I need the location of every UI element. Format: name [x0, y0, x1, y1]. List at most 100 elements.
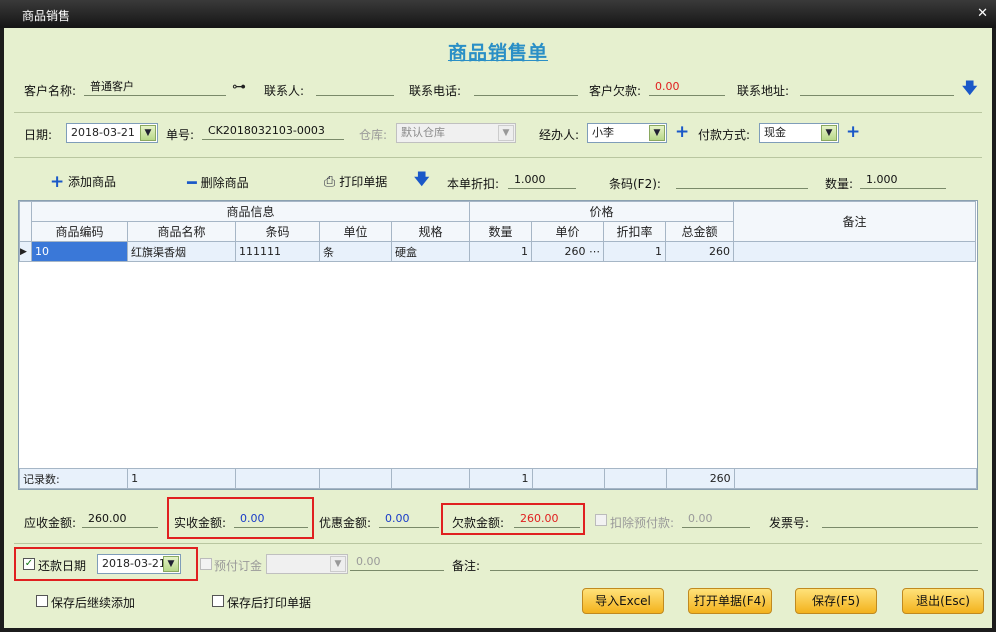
- payment-value: 现金: [764, 126, 786, 139]
- chevron-down-icon[interactable]: ▼: [821, 125, 837, 141]
- barcode-label: 条码(F2):: [609, 177, 661, 191]
- add-handler-icon[interactable]: +: [675, 124, 689, 141]
- col-unit[interactable]: 单位: [319, 221, 392, 242]
- repay-date-picker[interactable]: 2018-03-21 ▼: [97, 554, 181, 574]
- expand-down-icon[interactable]: 🡇: [962, 80, 977, 96]
- received-input[interactable]: 0.00: [234, 510, 308, 528]
- footer-label: 记录数:: [18, 468, 129, 489]
- cell-note[interactable]: [733, 241, 976, 262]
- add-product-button[interactable]: + 添加商品: [50, 173, 116, 190]
- repay-date-label: 还款日期: [38, 559, 87, 573]
- invoice-input[interactable]: [822, 510, 978, 528]
- open-document-button[interactable]: 打开单据(F4): [688, 588, 772, 614]
- divider: [14, 543, 982, 544]
- footer-qty: 1: [469, 468, 533, 489]
- chevron-down-icon[interactable]: ▼: [649, 125, 665, 141]
- plus-icon: +: [50, 171, 65, 192]
- receivable-field: 260.00: [82, 510, 158, 528]
- phone-label: 联系电话:: [409, 84, 462, 98]
- footer-count: 1: [127, 468, 237, 489]
- repay-date-checkbox[interactable]: ✓: [23, 558, 35, 570]
- add-payment-icon[interactable]: +: [846, 124, 860, 141]
- col-name[interactable]: 商品名称: [127, 221, 236, 242]
- date-picker[interactable]: 2018-03-21 ▼: [66, 123, 158, 143]
- customer-label: 客户名称:: [24, 84, 77, 98]
- import-excel-button[interactable]: 导入Excel: [582, 588, 664, 614]
- grid-table: 商品信息 价格 备注 商品编码 商品名称 条码 单位 规格 数量 单价 折扣率 …: [19, 201, 976, 262]
- order-no-field[interactable]: CK2018032103-0003: [202, 122, 344, 140]
- col-spec[interactable]: 规格: [391, 221, 470, 242]
- cell-spec[interactable]: 硬盒: [391, 241, 470, 262]
- cell-name[interactable]: 红旗渠香烟: [127, 241, 236, 262]
- row-header-corner: [19, 201, 32, 242]
- repay-date-value: 2018-03-21: [102, 557, 166, 570]
- col-qty[interactable]: 数量: [469, 221, 532, 242]
- close-icon[interactable]: ✕: [977, 6, 988, 21]
- customer-field[interactable]: 普通客户: [84, 78, 226, 96]
- invoice-label: 发票号:: [769, 516, 810, 530]
- down-arrow-icon[interactable]: 🡇: [414, 171, 429, 187]
- col-note[interactable]: 备注: [733, 201, 976, 242]
- deduct-prepay-field: 0.00: [682, 510, 750, 528]
- save-print-label: 保存后打印单据: [227, 596, 312, 610]
- date-value: 2018-03-21: [71, 126, 135, 139]
- print-button[interactable]: ⎙ 打印单据: [324, 173, 387, 190]
- save-print-checkbox[interactable]: [212, 595, 224, 607]
- phone-field[interactable]: [474, 78, 578, 96]
- save-button[interactable]: 保存(F5): [795, 588, 877, 614]
- cell-barcode[interactable]: 111111: [235, 241, 320, 262]
- cell-price-value: 260: [564, 245, 586, 258]
- form-body: 商品销售单 客户名称: 普通客户 ⊶ 联系人: 联系电话: 客户欠款: 0.00…: [4, 28, 992, 628]
- col-barcode[interactable]: 条码: [235, 221, 320, 242]
- date-label: 日期:: [24, 128, 53, 142]
- discount-label: 本单折扣:: [447, 177, 500, 191]
- receivable-label: 应收金额:: [24, 516, 77, 530]
- cell-price[interactable]: 260 ⋯: [531, 241, 604, 262]
- deduct-prepay-label: 扣除预付款:: [610, 516, 675, 530]
- handler-select[interactable]: 小李 ▼: [587, 123, 667, 143]
- title-bar: 商品销售 ✕: [0, 0, 996, 28]
- cell-rate[interactable]: 1: [603, 241, 666, 262]
- col-price[interactable]: 单价: [531, 221, 604, 242]
- contact-field[interactable]: [316, 78, 394, 96]
- qty-field[interactable]: 1.000: [860, 171, 946, 189]
- discount-field[interactable]: 1.000: [508, 171, 576, 189]
- warehouse-select: 默认仓库 ▼: [396, 123, 516, 143]
- note-input[interactable]: [490, 553, 978, 571]
- col-total[interactable]: 总金额: [665, 221, 734, 242]
- warehouse-value: 默认仓库: [401, 126, 445, 139]
- binoculars-icon[interactable]: ⊶: [232, 79, 246, 95]
- address-field[interactable]: [800, 78, 954, 96]
- exit-button[interactable]: 退出(Esc): [902, 588, 984, 614]
- handler-value: 小李: [592, 126, 614, 139]
- print-label: 打印单据: [339, 175, 388, 189]
- order-no-label: 单号:: [166, 128, 195, 142]
- cell-qty[interactable]: 1: [469, 241, 532, 262]
- received-label: 实收金额:: [174, 516, 227, 530]
- footer-total: 260: [665, 468, 735, 489]
- table-row[interactable]: ▶ 10 红旗渠香烟 111111 条 硬盒 1 260 ⋯ 1 260: [19, 241, 976, 262]
- prepay-checkbox: [200, 558, 212, 570]
- col-code[interactable]: 商品编码: [31, 221, 128, 242]
- cell-total[interactable]: 260: [665, 241, 734, 262]
- col-rate[interactable]: 折扣率: [603, 221, 666, 242]
- chevron-down-icon[interactable]: ▼: [163, 556, 179, 572]
- ellipsis-icon[interactable]: ⋯: [589, 245, 600, 258]
- chevron-down-icon[interactable]: ▼: [140, 125, 156, 141]
- printer-icon: ⎙: [324, 173, 336, 190]
- handler-label: 经办人:: [539, 128, 580, 142]
- payment-select[interactable]: 现金 ▼: [759, 123, 839, 143]
- save-continue-checkbox[interactable]: [36, 595, 48, 607]
- cell-code[interactable]: 10: [31, 241, 128, 262]
- minus-icon: ━: [187, 173, 197, 192]
- cell-unit[interactable]: 条: [319, 241, 392, 262]
- warehouse-label: 仓库:: [359, 128, 388, 142]
- note-label: 备注:: [452, 559, 481, 573]
- sales-window: 商品销售 ✕ 商品销售单 客户名称: 普通客户 ⊶ 联系人: 联系电话: 客户欠…: [0, 0, 996, 632]
- delete-product-button[interactable]: ━ 删除商品: [187, 173, 249, 192]
- barcode-input[interactable]: [676, 171, 808, 189]
- discount-amount-input[interactable]: 0.00: [379, 510, 439, 528]
- divider: [14, 112, 982, 113]
- debt-label: 客户欠款:: [589, 84, 642, 98]
- delete-product-label: 删除商品: [200, 176, 249, 190]
